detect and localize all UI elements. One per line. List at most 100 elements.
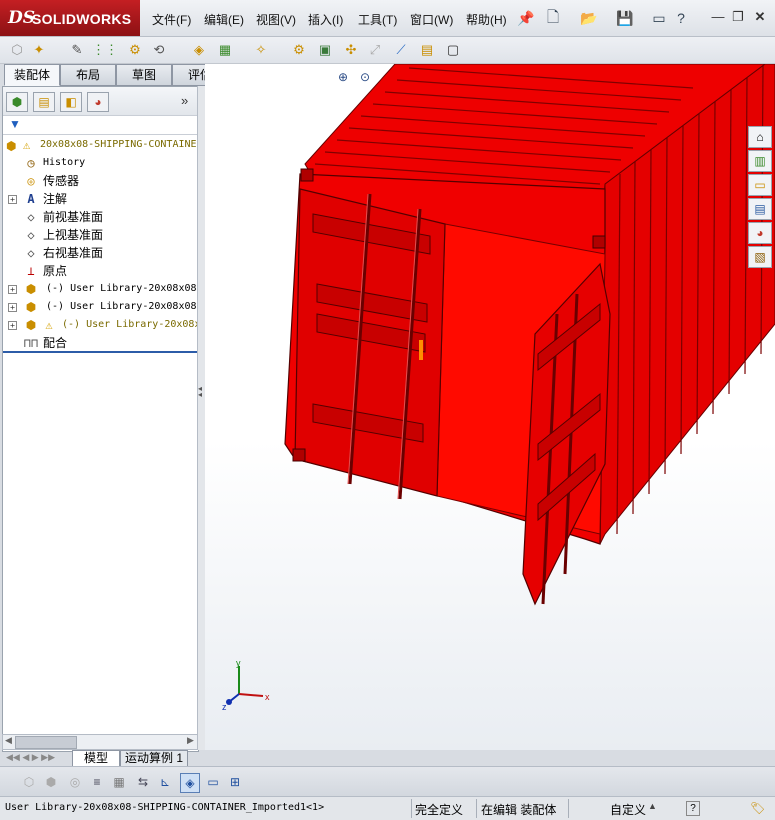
tree-filter[interactable]: ▼ — [3, 116, 198, 135]
pin-icon[interactable]: 📌 — [517, 9, 535, 27]
configuration-manager-tab-icon[interactable]: ◧ — [60, 92, 82, 112]
container-model[interactable] — [205, 64, 775, 750]
four-view-icon[interactable]: ⊞ — [226, 773, 244, 791]
isometric-view-icon[interactable]: ◈ — [180, 773, 200, 793]
tree-item-history[interactable]: ◷ History — [3, 154, 198, 172]
tree-item-front-plane[interactable]: ◇ 前视基准面 — [3, 208, 198, 226]
rebuild-status-icon[interactable]: 🏷 — [750, 801, 765, 815]
tree-item-top-plane[interactable]: ◇ 上视基准面 — [3, 226, 198, 244]
origin-icon: ⊥ — [27, 264, 35, 278]
menu-edit[interactable]: 编辑(E) — [204, 11, 244, 28]
scroll-right-icon[interactable]: ▶ — [187, 735, 194, 746]
single-view-icon[interactable]: ▭ — [204, 773, 222, 791]
annotation-icon: A — [27, 192, 35, 206]
hidden-lines-visible-icon[interactable]: ≡ — [88, 773, 106, 791]
mates-icon: ⊓⊓ — [23, 336, 39, 350]
move-component-icon[interactable]: ⟲ — [150, 41, 168, 59]
linear-pattern-icon[interactable]: ⋮⋮ — [92, 41, 118, 59]
tab-scroll-icons[interactable]: ◀◀ ◀ ▶ ▶▶ — [6, 752, 55, 763]
menu-window[interactable]: 窗口(W) — [410, 11, 453, 28]
tree-item-component-3[interactable]: + ⬢ ⚠ (-) User Library-20x08x — [3, 316, 198, 334]
new-document-icon[interactable]: 🗋 — [544, 9, 562, 27]
tab-model[interactable]: 模型 — [72, 750, 120, 767]
close-button[interactable]: ✕ — [752, 9, 768, 25]
tree-item-mates[interactable]: ⊓⊓ 配合 — [3, 334, 198, 352]
mate-icon[interactable]: ✎ — [68, 41, 86, 59]
perspective-icon[interactable]: ⇆ — [134, 773, 152, 791]
menu-insert[interactable]: 插入(I) — [308, 11, 343, 28]
explode-line-icon[interactable]: ⤢ — [366, 41, 384, 59]
design-library-icon[interactable]: ▥ — [748, 150, 772, 172]
appearances-icon[interactable]: ◕ — [748, 222, 772, 244]
snapshot-icon[interactable]: ▢ — [444, 41, 462, 59]
tab-assembly[interactable]: 装配体 — [4, 64, 60, 86]
graphics-area[interactable]: ⊕ ⊙ ⤴ ◫ ▣ ◧ ◕ ◑ ▦ ◧ ◨ ❐ ✕ — [205, 64, 775, 750]
feature-manager-panel: ⬢ ▤ ◧ ◕ » ▼ ⬢ ⚠ 20x08x08-SHIPPING-CONTAI… — [2, 86, 199, 752]
expand-icon[interactable]: + — [8, 303, 17, 312]
expand-icon[interactable]: + — [8, 321, 17, 330]
tab-motion-study[interactable]: 运动算例 1 — [120, 750, 188, 767]
bill-of-materials-icon[interactable]: ▣ — [316, 41, 334, 59]
show-hidden-icon[interactable]: ◈ — [190, 41, 208, 59]
custom-properties-icon[interactable]: ▧ — [748, 246, 772, 268]
smart-fasteners-icon[interactable]: ⚙ — [126, 41, 144, 59]
horizontal-scrollbar[interactable]: ◀ ▶ — [2, 734, 199, 750]
resources-icon[interactable]: ⌂ — [748, 126, 772, 148]
tree-item-component-2[interactable]: + ⬢ (-) User Library-20x08x08- — [3, 298, 198, 316]
menu-tools[interactable]: 工具(T) — [358, 11, 397, 28]
expand-icon[interactable]: + — [8, 195, 17, 204]
exploded-view-icon[interactable]: ✣ — [342, 41, 360, 59]
new-motion-study-icon[interactable]: ⚙ — [290, 41, 308, 59]
print-icon[interactable]: ▭ — [650, 9, 668, 27]
scroll-left-icon[interactable]: ◀ — [5, 735, 12, 746]
display-manager-tab-icon[interactable]: ◕ — [87, 92, 109, 112]
scroll-thumb[interactable] — [15, 736, 77, 749]
shaded-edges-icon[interactable]: ⬡ — [20, 773, 38, 791]
expand-icon[interactable]: + — [8, 285, 17, 294]
command-manager-tabs: 装配体 布局 草图 评估 — [0, 64, 230, 86]
assembly-features-icon[interactable]: ▦ — [216, 41, 234, 59]
property-manager-tab-icon[interactable]: ▤ — [33, 92, 55, 112]
splitter-grip-icon[interactable]: ◂ ◂ — [198, 385, 202, 399]
save-icon[interactable]: 💾 — [616, 9, 634, 27]
tree-item-right-plane[interactable]: ◇ 右视基准面 — [3, 244, 198, 262]
section-plane-icon[interactable]: ⊾ — [156, 773, 174, 791]
expand-tabs-icon[interactable]: » — [181, 93, 188, 108]
menu-view[interactable]: 视图(V) — [256, 11, 296, 28]
open-folder-icon[interactable]: 📂 — [580, 9, 598, 27]
instant3d-icon[interactable]: ⟋ — [392, 41, 410, 59]
tree-item-label: (-) User Library-20x08x08- — [46, 283, 198, 294]
logo-ds: DS — [8, 8, 36, 28]
tree-item-annotations[interactable]: + A 注解 — [3, 190, 198, 208]
tree-item-origin[interactable]: ⊥ 原点 — [3, 262, 198, 280]
menu-help[interactable]: 帮助(H) — [466, 11, 507, 28]
view-palette-icon[interactable]: ▤ — [748, 198, 772, 220]
hidden-removed-icon[interactable]: ◎ — [66, 773, 84, 791]
file-explorer-icon[interactable]: ▭ — [748, 174, 772, 196]
help-status-icon[interactable]: ? — [686, 801, 700, 816]
edit-component-icon[interactable]: ⬡ — [8, 41, 26, 59]
units-dropdown-icon[interactable]: ▲ — [648, 801, 657, 811]
feature-manager-tab-icon[interactable]: ⬢ — [6, 92, 28, 112]
tree-root[interactable]: ⬢ ⚠ 20x08x08-SHIPPING-CONTAINE — [3, 136, 198, 154]
wireframe-icon[interactable]: ▦ — [110, 773, 128, 791]
shaded-icon[interactable]: ⬢ — [42, 773, 60, 791]
restore-button[interactable]: ❐ — [730, 9, 746, 25]
rollback-bar[interactable] — [3, 351, 198, 353]
large-assembly-icon[interactable]: ▤ — [418, 41, 436, 59]
help-question-icon[interactable]: ? — [672, 9, 690, 27]
reference-geometry-icon[interactable]: ✧ — [252, 41, 270, 59]
solidworks-logo[interactable]: DS SOLIDWORKS — [0, 0, 140, 36]
tree-item-component-1[interactable]: + ⬢ (-) User Library-20x08x08- — [3, 280, 198, 298]
filter-icon[interactable]: ▼ — [9, 117, 21, 131]
status-units[interactable]: 自定义 — [610, 801, 646, 818]
minimize-button[interactable]: — — [710, 9, 726, 25]
tree-item-sensors[interactable]: ◎ 传感器 — [3, 172, 198, 190]
warning-icon: ⚠ — [45, 318, 53, 332]
part-icon: ⬢ — [25, 282, 37, 296]
tab-sketch[interactable]: 草图 — [116, 64, 172, 86]
tab-layout[interactable]: 布局 — [60, 64, 116, 86]
menu-file[interactable]: 文件(F) — [152, 11, 191, 28]
insert-components-icon[interactable]: ✦ — [30, 41, 48, 59]
status-separator — [411, 799, 412, 818]
